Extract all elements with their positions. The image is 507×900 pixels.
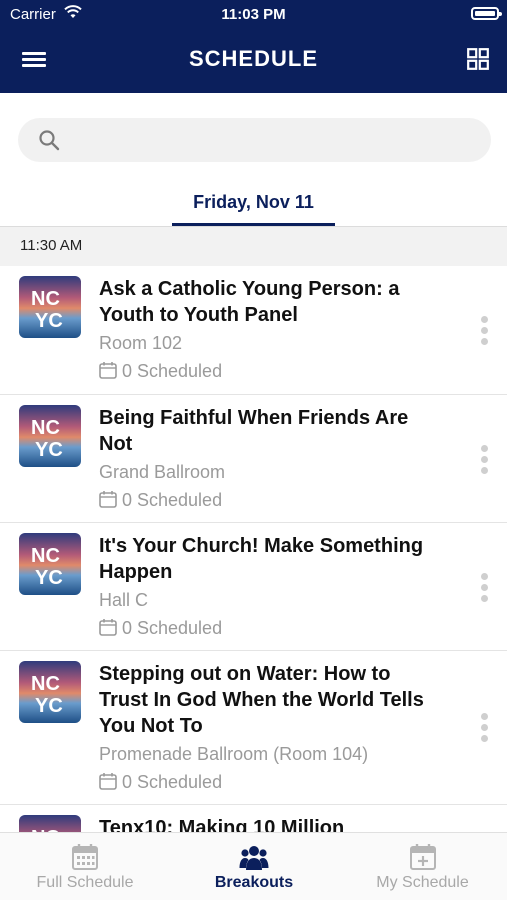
svg-text:YC: YC xyxy=(35,567,63,589)
svg-text:YC: YC xyxy=(35,439,63,461)
svg-text:NC: NC xyxy=(31,417,60,439)
session-title-line: It's Your Church! Make Something xyxy=(99,535,424,557)
ncyc-logo-icon: NC YC xyxy=(31,417,63,461)
session-room: Promenade Ballroom (Room 104) xyxy=(99,744,369,764)
calendar-icon xyxy=(99,362,117,379)
search-input[interactable] xyxy=(70,118,470,162)
more-options-icon[interactable] xyxy=(479,573,489,603)
session-thumbnail: NC YC xyxy=(19,276,81,338)
session-title: Being Faithful When Friends Are Not xyxy=(99,405,449,457)
scheduled-count: 0 Scheduled xyxy=(122,490,223,510)
session-item[interactable]: NC YC Ask a Catholic Young Person: a You… xyxy=(0,266,507,395)
session-item[interactable]: NC Tenx10: Making 10 Million xyxy=(0,805,507,832)
tab-label: Breakouts xyxy=(214,874,294,891)
session-thumbnail: NC YC xyxy=(19,661,81,723)
session-title-line: You Not To xyxy=(99,715,203,737)
page-title: SCHEDULE xyxy=(188,46,318,71)
session-title-line: Ask a Catholic Young Person: a xyxy=(99,278,400,300)
session-room: Grand Ballroom xyxy=(99,462,226,482)
session-room: Hall C xyxy=(99,590,149,610)
session-scheduled: 0 Scheduled xyxy=(99,772,222,793)
calendar-icon xyxy=(99,773,117,790)
calendar-icon xyxy=(99,491,117,508)
ncyc-logo-icon: NC YC xyxy=(31,673,63,717)
bottom-tab-bar: Full Schedule Breakouts My Schedule xyxy=(0,832,507,900)
scheduled-count: 0 Scheduled xyxy=(122,772,223,792)
session-thumbnail: NC xyxy=(19,815,81,832)
session-thumbnail: NC YC xyxy=(19,533,81,595)
tab-label: Full Schedule xyxy=(36,874,134,891)
status-time: 11:03 PM xyxy=(221,6,286,23)
session-title: Stepping out on Water: How to Trust In G… xyxy=(99,661,449,739)
svg-text:YC: YC xyxy=(35,695,63,717)
time-group-label: 11:30 AM xyxy=(20,237,83,254)
session-scheduled: 0 Scheduled xyxy=(99,361,222,382)
status-bar: Carrier 11:03 PM xyxy=(0,0,507,28)
scheduled-count: 0 Scheduled xyxy=(122,618,223,638)
svg-text:YC: YC xyxy=(35,310,63,332)
ncyc-logo-icon: NC xyxy=(31,827,60,832)
ncyc-logo-icon: NC YC xyxy=(31,545,63,589)
session-title: Tenx10: Making 10 Million xyxy=(99,815,449,832)
more-options-icon[interactable] xyxy=(479,445,489,475)
session-list: NC YC Ask a Catholic Young Person: a You… xyxy=(0,266,507,832)
calendar-icon xyxy=(72,844,98,870)
session-title-line: Being Faithful When Friends Are xyxy=(99,407,409,429)
search-icon xyxy=(39,130,60,151)
people-icon xyxy=(239,846,269,870)
session-title-line: Happen xyxy=(99,561,173,583)
tab-label: My Schedule xyxy=(376,874,469,891)
battery-icon xyxy=(471,7,502,20)
tab-full-schedule[interactable]: Full Schedule xyxy=(0,833,170,900)
tab-my-schedule[interactable]: My Schedule xyxy=(338,833,507,900)
session-title-line: Trust In God When the World Tells xyxy=(99,689,424,711)
more-options-icon[interactable] xyxy=(479,316,489,346)
calendar-plus-icon xyxy=(409,844,436,870)
session-scheduled: 0 Scheduled xyxy=(99,618,222,639)
search-bar[interactable] xyxy=(18,118,491,162)
session-title-line: Tenx10: Making 10 Million xyxy=(99,817,345,832)
tab-date[interactable]: Friday, Nov 11 xyxy=(172,192,335,226)
calendar-icon xyxy=(99,619,117,636)
session-title-line: Stepping out on Water: How to xyxy=(99,663,391,685)
scheduled-count: 0 Scheduled xyxy=(122,361,223,381)
session-room: Room 102 xyxy=(99,333,183,353)
session-title: It's Your Church! Make Something Happen xyxy=(99,533,449,585)
ncyc-logo-icon: NC YC xyxy=(31,288,63,332)
session-title: Ask a Catholic Young Person: a Youth to … xyxy=(99,276,449,328)
tab-breakouts[interactable]: Breakouts xyxy=(170,833,338,900)
session-item[interactable]: NC YC It's Your Church! Make Something H… xyxy=(0,523,507,651)
time-group-header: 11:30 AM xyxy=(0,227,507,266)
svg-text:NC: NC xyxy=(31,673,60,695)
session-item[interactable]: NC YC Being Faithful When Friends Are No… xyxy=(0,395,507,523)
session-title-line: Not xyxy=(99,433,133,455)
top-bar: Carrier 11:03 PM SCHEDULE xyxy=(0,0,507,93)
session-title-line: Youth to Youth Panel xyxy=(99,304,298,326)
session-scheduled: 0 Scheduled xyxy=(99,490,222,511)
grid-view-icon[interactable] xyxy=(467,48,489,70)
more-options-icon[interactable] xyxy=(479,713,489,743)
svg-text:NC: NC xyxy=(31,288,60,310)
session-thumbnail: NC YC xyxy=(19,405,81,467)
svg-text:NC: NC xyxy=(31,545,60,567)
session-item[interactable]: NC YC Stepping out on Water: How to Trus… xyxy=(0,651,507,805)
